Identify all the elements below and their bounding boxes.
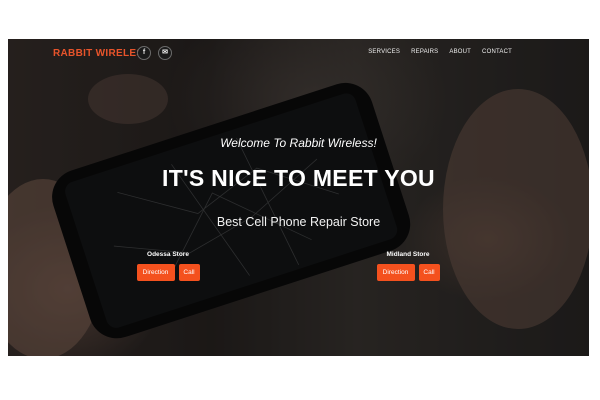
welcome-text: Welcome To Rabbit Wireless!: [220, 136, 377, 150]
facebook-icon[interactable]: f: [137, 46, 151, 60]
email-icon[interactable]: ✉: [158, 46, 172, 60]
odessa-direction-button[interactable]: Direction: [136, 264, 175, 281]
nav-item-services[interactable]: SERVICES: [368, 49, 400, 55]
store-name: Odessa Store: [147, 251, 189, 258]
nav-item-contact[interactable]: CONTACT: [482, 49, 512, 55]
brand-logo[interactable]: RABBIT WIRELESS: [53, 48, 150, 59]
nav-item-repairs[interactable]: REPAIRS: [411, 49, 438, 55]
hero-subline: Best Cell Phone Repair Store: [216, 215, 381, 229]
odessa-call-button[interactable]: Call: [178, 264, 200, 281]
main-nav: SERVICES REPAIRS ABOUT CONTACT: [368, 49, 512, 55]
store-odessa: Odessa Store Direction Call: [123, 251, 213, 281]
midland-call-button[interactable]: Call: [418, 264, 440, 281]
hero-headline: IT'S NICE TO MEET YOU: [162, 165, 435, 191]
store-name: Midland Store: [386, 251, 430, 258]
store-midland: Midland Store Direction Call: [363, 251, 453, 281]
midland-direction-button[interactable]: Direction: [376, 264, 415, 281]
hero-overlay: [8, 39, 589, 356]
hero-section: RABBIT WIRELESS f ✉ SERVICES REPAIRS ABO…: [8, 39, 589, 356]
nav-item-about[interactable]: ABOUT: [449, 49, 471, 55]
